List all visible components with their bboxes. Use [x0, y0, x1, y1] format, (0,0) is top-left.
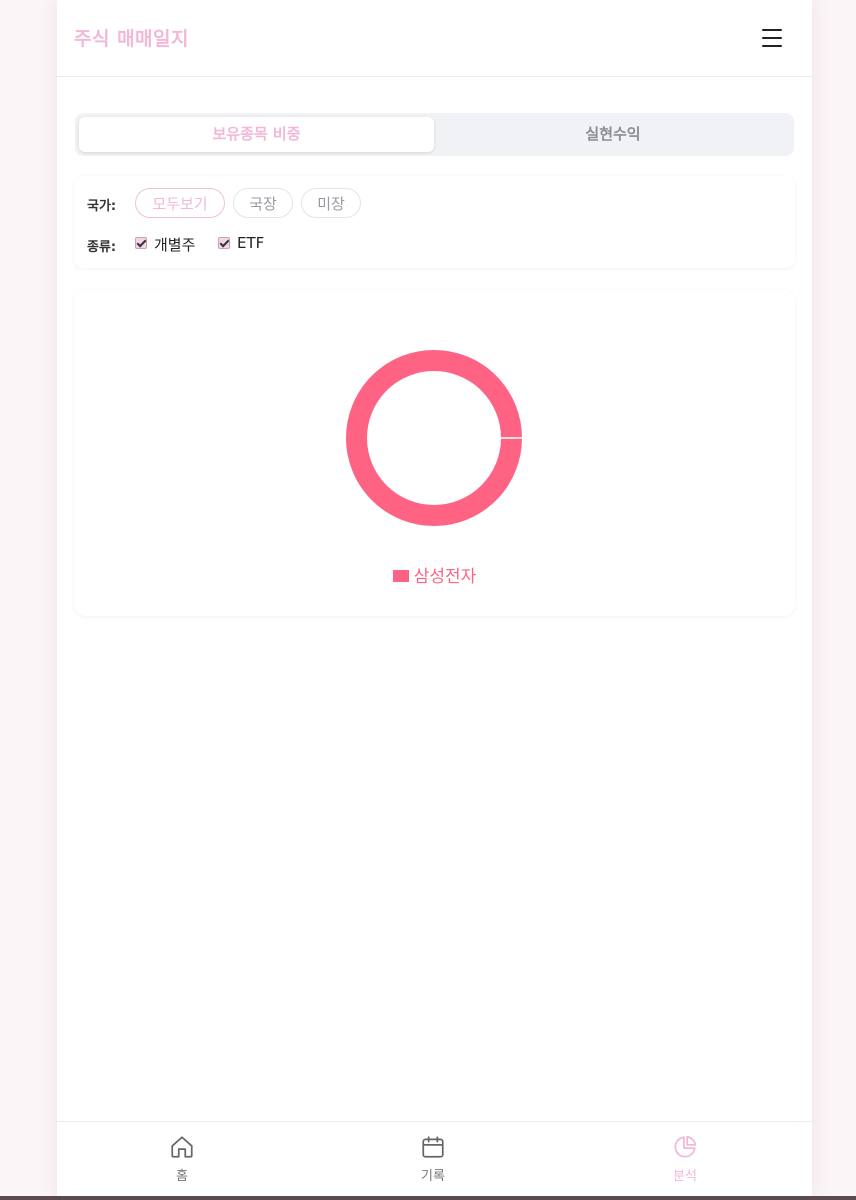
hamburger-menu-icon[interactable] — [760, 27, 784, 49]
country-filter-label: 국가: — [87, 199, 117, 214]
nav-home-label: 홈 — [176, 1169, 188, 1184]
nav-analysis[interactable]: 분석 — [645, 1134, 725, 1189]
app-window: 주식 매매일지 보유종목 비중 실현수익 국가: 모두보기 국장 미장 종류: … — [57, 0, 812, 1196]
chart-card: 삼성전자 — [74, 290, 795, 616]
country-filter-us-button[interactable]: 미장 — [301, 188, 361, 218]
country-filter-kr-button[interactable]: 국장 — [233, 188, 293, 218]
tab-holdings-weight[interactable]: 보유종목 비중 — [79, 117, 434, 152]
tab-bar: 보유종목 비중 실현수익 — [75, 113, 794, 156]
type-filter-individual-checkbox[interactable]: 개별주 — [135, 234, 205, 254]
pie-chart-icon — [674, 1135, 697, 1158]
country-filter-all-button[interactable]: 모두보기 — [135, 188, 225, 218]
app-header: 주식 매매일지 — [57, 0, 812, 77]
nav-home[interactable]: 홈 — [142, 1134, 222, 1189]
nav-record-label: 기록 — [421, 1169, 445, 1184]
type-filter-etf-label: ETF — [237, 234, 265, 252]
app-title: 주식 매매일지 — [74, 28, 189, 50]
legend-swatch — [392, 570, 409, 582]
bottom-navigation: 홈 기록 분석 — [57, 1121, 812, 1196]
donut-chart — [346, 350, 522, 526]
type-filter-label: 종류: — [87, 240, 117, 255]
checkbox-checked-icon[interactable] — [135, 237, 147, 249]
checkbox-checked-icon[interactable] — [218, 237, 230, 249]
nav-record[interactable]: 기록 — [393, 1134, 473, 1189]
tab-realized-profit[interactable]: 실현수익 — [436, 117, 790, 152]
nav-analysis-label: 분석 — [673, 1169, 697, 1184]
home-icon — [171, 1136, 193, 1158]
donut-slice-0[interactable] — [346, 350, 522, 526]
chart-legend: 삼성전자 — [74, 562, 795, 587]
window-bottom-border — [0, 1196, 856, 1200]
type-filter-etf-checkbox[interactable]: ETF — [218, 234, 268, 254]
filter-card: 국가: 모두보기 국장 미장 종류: 개별주 ETF — [74, 176, 795, 268]
legend-label[interactable]: 삼성전자 — [414, 567, 477, 587]
type-filter-individual-label: 개별주 — [154, 236, 196, 254]
calendar-icon — [422, 1136, 444, 1158]
